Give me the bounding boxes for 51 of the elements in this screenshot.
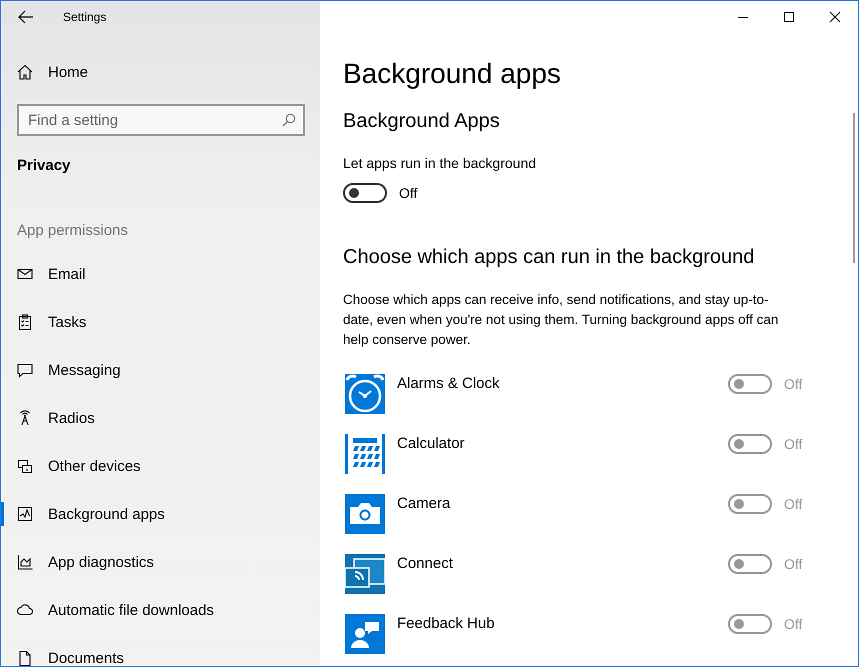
app-name: Alarms & Clock — [397, 374, 501, 394]
category-heading: Privacy — [16, 156, 72, 176]
toggle-state: Off — [784, 496, 802, 512]
sidebar-item[interactable]: Tasks — [1, 298, 320, 346]
nav-icon — [17, 362, 33, 378]
nav-icon — [17, 410, 33, 426]
description-text: Choose which apps can receive info, send notifications, and stay up-to-date, even when you're not using them. Turning background apps off can help conserve power. — [343, 291, 780, 349]
nav-icon — [17, 554, 33, 570]
toggle-state: Off — [399, 185, 418, 201]
page-title: Background apps — [343, 57, 562, 91]
app-icon — [345, 494, 385, 534]
app-name: Connect — [397, 554, 454, 574]
sidebar-item[interactable]: Radios — [1, 394, 320, 442]
sidebar-item[interactable]: App diagnostics — [1, 538, 320, 586]
sidebar-item[interactable]: Documents — [1, 634, 320, 666]
toggle-state: Off — [784, 616, 802, 632]
app-icon — [345, 554, 385, 594]
sidebar-item[interactable]: Other devices — [1, 442, 320, 490]
window-title: Settings — [63, 10, 106, 24]
app-name: Calculator — [397, 434, 466, 454]
maximize-icon — [783, 11, 795, 23]
toggle-state: Off — [784, 556, 802, 572]
toggle-state: Off — [784, 436, 802, 452]
sidebar-item[interactable]: Background apps — [1, 490, 320, 538]
nav-icon — [17, 458, 33, 474]
search-icon — [282, 113, 296, 127]
group-label: App permissions — [16, 221, 129, 241]
back-arrow-icon — [18, 10, 34, 24]
app-icon — [345, 434, 385, 474]
app-icon — [345, 614, 385, 654]
toggle-state: Off — [784, 376, 802, 392]
toggle-switch[interactable] — [343, 183, 387, 203]
nav-icon — [17, 314, 33, 330]
app-icon — [345, 374, 385, 414]
section-heading: Background Apps — [343, 109, 501, 134]
app-name: Camera — [397, 494, 452, 514]
sidebar-item[interactable]: Email — [1, 250, 320, 298]
nav-icon — [17, 650, 33, 666]
sidebar-item[interactable]: Automatic file downloads — [1, 586, 320, 634]
sidebar-item[interactable]: Messaging — [1, 346, 320, 394]
search-field[interactable]: Find a setting — [17, 104, 305, 136]
section-heading: Choose which apps can run in the background — [343, 245, 756, 270]
home-nav-item[interactable]: Home — [1, 48, 320, 96]
close-icon — [829, 11, 841, 23]
nav-icon — [17, 506, 33, 522]
nav-icon — [17, 602, 33, 618]
home-icon — [17, 64, 33, 80]
setting-label: Let apps run in the background — [343, 154, 538, 173]
scrollbar[interactable] — [853, 113, 855, 263]
nav-icon — [17, 266, 33, 282]
app-name: Feedback Hub — [397, 614, 496, 634]
